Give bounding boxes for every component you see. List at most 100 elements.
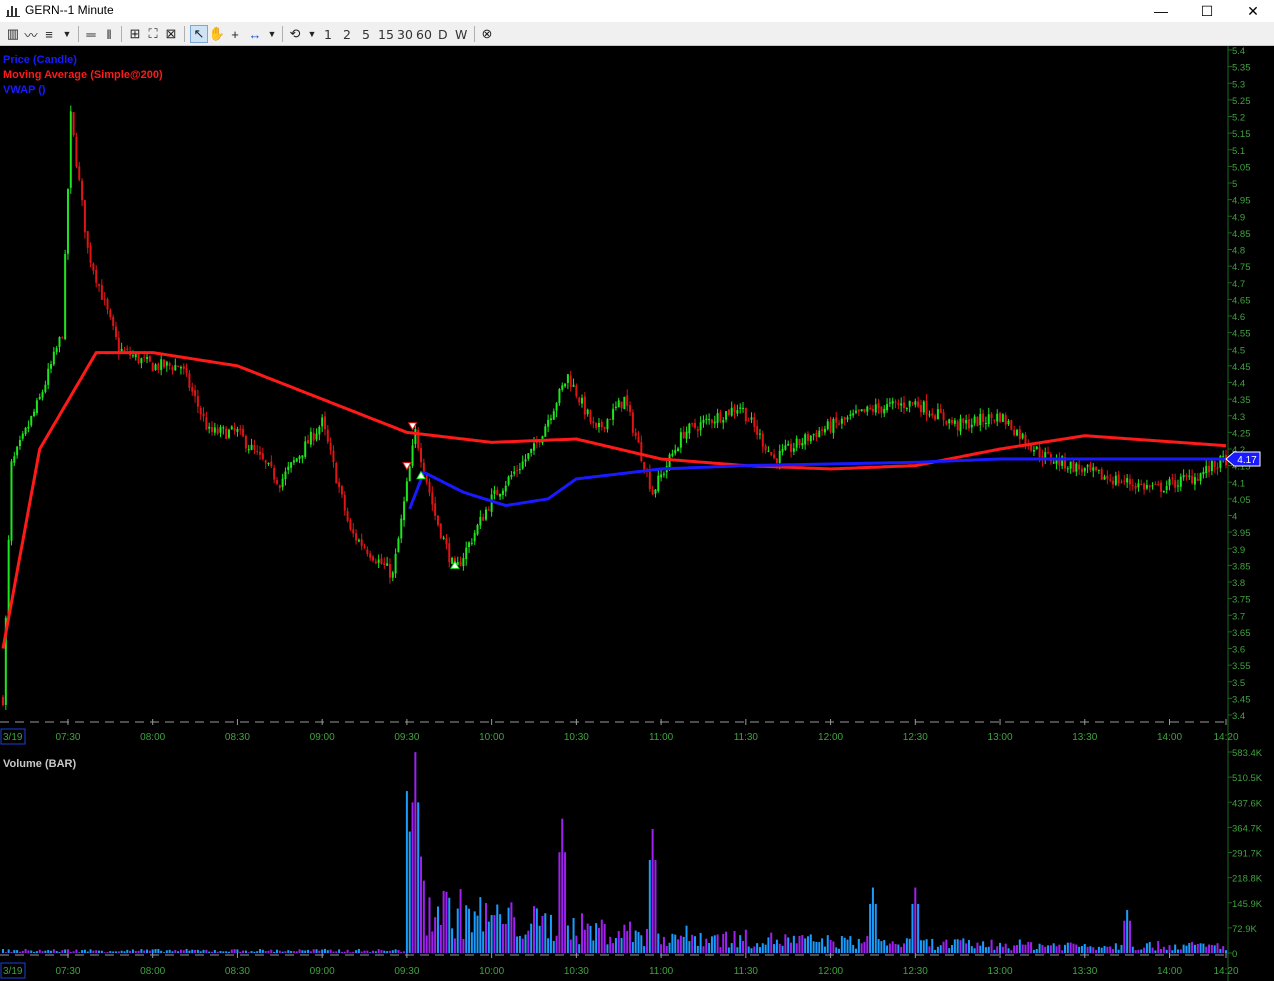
- vertical-layout-icon[interactable]: ‖: [100, 25, 118, 43]
- volume-bar: [665, 945, 668, 953]
- candle-up: [451, 557, 454, 564]
- volume-bar: [869, 903, 872, 953]
- maximize-button[interactable]: ☐: [1184, 0, 1230, 22]
- volume-bar: [640, 935, 643, 953]
- candle-up: [685, 431, 688, 439]
- volume-bar: [1219, 948, 1222, 953]
- cancel-circle-icon[interactable]: ⊗: [478, 25, 496, 43]
- volume-bar: [589, 925, 592, 953]
- candle-up: [987, 414, 990, 425]
- candle-up: [1007, 420, 1010, 425]
- volume-bar: [1097, 946, 1100, 953]
- candle-down: [369, 553, 372, 558]
- zoom-fit-icon[interactable]: ⛶: [144, 25, 162, 43]
- chart-canvas[interactable]: 5.45.355.35.255.25.155.15.0554.954.94.85…: [0, 46, 1274, 981]
- candle-down: [275, 480, 278, 484]
- candle-down: [770, 452, 773, 456]
- volume-bar: [369, 952, 372, 953]
- interval-daily-button[interactable]: D: [438, 25, 448, 43]
- measure-icon[interactable]: ↔: [246, 25, 264, 43]
- candle-down: [592, 421, 595, 423]
- candle-up: [874, 404, 877, 413]
- volume-bar: [213, 949, 216, 953]
- interval-30-button[interactable]: 30: [397, 25, 413, 43]
- pan-hand-icon[interactable]: ✋: [208, 25, 226, 43]
- candle-down: [143, 356, 146, 358]
- volume-bar: [1086, 946, 1089, 953]
- volume-bar: [518, 936, 521, 953]
- volume-bar: [558, 852, 561, 953]
- close-button[interactable]: ✕: [1230, 0, 1274, 22]
- candle-up: [1052, 462, 1055, 464]
- volume-bar: [617, 931, 620, 953]
- interval-5-button[interactable]: 5: [362, 25, 370, 43]
- price-tick-label: 3.7: [1232, 611, 1245, 622]
- candle-down: [1117, 474, 1120, 484]
- volume-bar: [30, 950, 33, 953]
- candle-up: [1114, 475, 1117, 485]
- bar-chart-icon[interactable]: ▥: [4, 25, 22, 43]
- volume-bar: [420, 856, 423, 953]
- candle-up: [614, 406, 617, 409]
- horizontal-layout-icon[interactable]: ═: [82, 25, 100, 43]
- interval-2-button[interactable]: 2: [343, 25, 351, 43]
- volume-bar: [1044, 946, 1047, 953]
- price-tick-label: 5.1: [1232, 146, 1245, 157]
- volume-bar: [75, 949, 78, 953]
- volume-bar: [1078, 946, 1081, 953]
- refresh-clock-icon[interactable]: ⟲: [286, 25, 304, 43]
- candle-up: [321, 417, 324, 427]
- volume-bar: [1191, 941, 1194, 953]
- volume-bar: [733, 931, 736, 953]
- candle-down: [448, 543, 451, 563]
- time-tick-label: 12:00: [818, 966, 843, 977]
- time-tick-label: 12:30: [903, 732, 928, 743]
- candle-down: [691, 423, 694, 425]
- volume-bar: [326, 950, 329, 953]
- candle-down: [434, 503, 437, 516]
- candle-up: [140, 358, 143, 364]
- volume-bar: [205, 949, 208, 953]
- volume-bar: [612, 943, 615, 953]
- interval-60-button[interactable]: 60: [416, 25, 432, 43]
- zoom-out-icon[interactable]: ⊠: [162, 25, 180, 43]
- price-tick-label: 4.6: [1232, 312, 1245, 323]
- price-tick-label: 5.4: [1232, 46, 1245, 57]
- time-tick-label: 07:30: [55, 966, 80, 977]
- volume-bar: [1064, 944, 1067, 953]
- candle-up: [10, 461, 13, 541]
- candle-down: [790, 443, 793, 452]
- volume-bar: [688, 941, 691, 953]
- candle-down: [61, 337, 64, 339]
- candle-down: [239, 428, 242, 430]
- volume-bar: [973, 948, 976, 953]
- candle-down: [487, 509, 490, 511]
- dropdown-chevron-icon[interactable]: ▼: [303, 25, 321, 43]
- interval-weekly-button[interactable]: W: [455, 25, 467, 43]
- line-chart-icon[interactable]: 〰: [22, 25, 40, 43]
- pointer-icon[interactable]: ↖: [190, 25, 208, 43]
- candle-down: [634, 432, 637, 437]
- volume-bar: [996, 946, 999, 953]
- minimize-button[interactable]: —: [1138, 0, 1184, 22]
- legend-moving-average: Moving Average (Simple@200): [3, 69, 163, 81]
- candle-up: [179, 367, 182, 369]
- candle-down: [1095, 466, 1098, 471]
- crosshair-icon[interactable]: +: [226, 25, 244, 43]
- candle-up: [1165, 486, 1168, 491]
- candle-down: [1208, 465, 1211, 473]
- dropdown-chevron-icon[interactable]: ▼: [58, 25, 76, 43]
- candle-up: [134, 354, 137, 357]
- candle-down: [253, 445, 256, 450]
- dropdown-chevron-icon[interactable]: ▼: [263, 25, 281, 43]
- interval-15-button[interactable]: 15: [378, 25, 394, 43]
- candle-up: [493, 490, 496, 494]
- volume-bar: [174, 950, 177, 953]
- interval-1-button[interactable]: 1: [324, 25, 332, 43]
- volume-bar: [436, 906, 439, 953]
- volume-bar: [1160, 948, 1163, 953]
- zoom-in-icon[interactable]: ⊞: [126, 25, 144, 43]
- studies-icon[interactable]: ≡: [40, 25, 58, 43]
- volume-bar: [979, 945, 982, 953]
- volume-bar: [428, 897, 431, 953]
